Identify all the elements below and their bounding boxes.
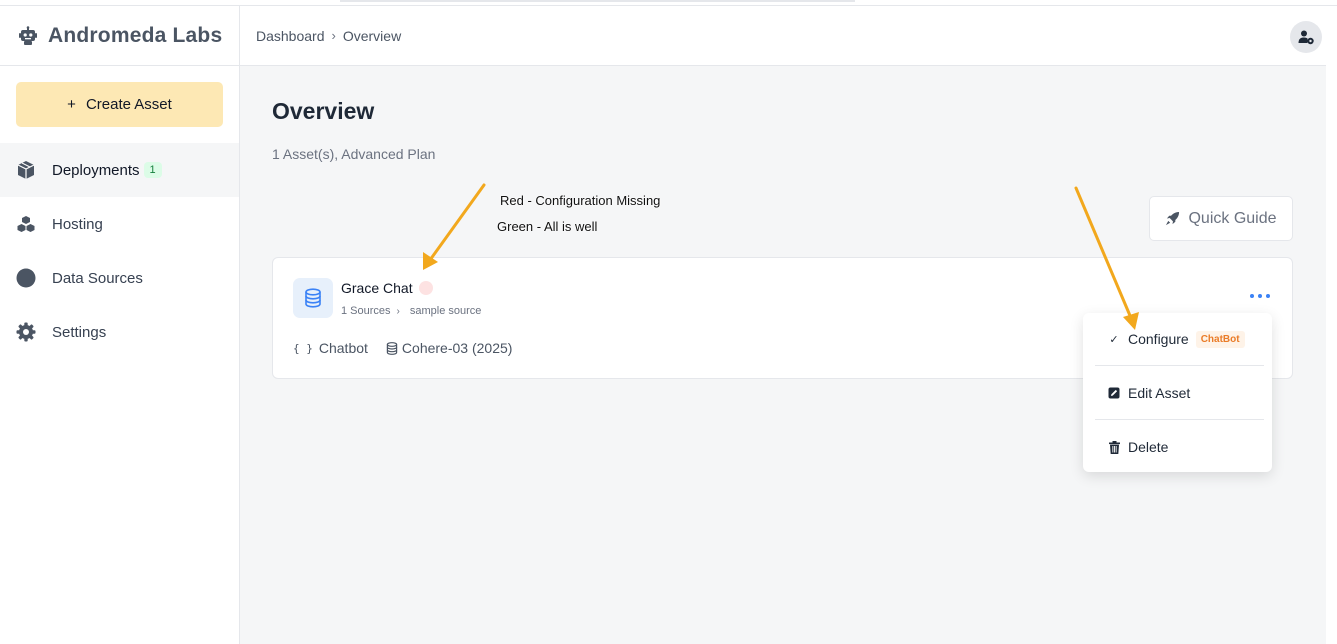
- create-asset-label: Create Asset: [85, 96, 172, 113]
- asset-sources: 1 Sources › sample source: [341, 305, 481, 317]
- deployments-count-badge: 1: [143, 162, 162, 178]
- sidebar-item-hosting[interactable]: Hosting: [0, 197, 239, 251]
- database-small-icon: [386, 341, 398, 355]
- annotation-green: Green - All is well: [497, 219, 598, 234]
- sidebar-item-settings[interactable]: Settings: [0, 305, 239, 359]
- cube-icon: [16, 160, 36, 180]
- database-icon: [293, 278, 333, 318]
- sidebar-item-data-sources[interactable]: Data Sources: [0, 251, 239, 305]
- menu-item-delete[interactable]: Delete: [1083, 427, 1272, 467]
- sidebar-item-label: Deployments: [52, 161, 140, 179]
- page-title: Overview: [272, 98, 375, 124]
- rocket-icon: [1166, 211, 1180, 226]
- quick-guide-label: Quick Guide: [1188, 209, 1277, 227]
- asset-type: Chatbot: [318, 340, 368, 356]
- configure-label: Configure: [1128, 331, 1189, 347]
- check-icon: ✓: [1109, 333, 1119, 346]
- gear-icon: [16, 322, 36, 342]
- asset-model: Cohere-03 (2025): [401, 340, 513, 356]
- top-header: Dashboard › Overview: [240, 6, 1326, 66]
- annotation-red: Red - Configuration Missing: [500, 193, 661, 208]
- user-avatar-button[interactable]: [1290, 21, 1322, 53]
- trash-icon: [1107, 440, 1121, 454]
- status-indicator: [419, 281, 433, 295]
- menu-item-edit-asset[interactable]: Edit Asset: [1083, 373, 1272, 413]
- sidebar: Andromeda Labs + Create Asset Deployment…: [0, 6, 240, 644]
- edit-icon: [1107, 387, 1121, 399]
- sidebar-item-label: Settings: [52, 323, 107, 341]
- breadcrumb-separator: ›: [331, 28, 336, 43]
- create-asset-button[interactable]: + Create Asset: [16, 82, 223, 127]
- scrollbar-track[interactable]: [1326, 6, 1337, 644]
- page-subtitle: 1 Asset(s), Advanced Plan: [272, 146, 436, 162]
- breadcrumb-dashboard[interactable]: Dashboard: [256, 28, 325, 44]
- quick-guide-button[interactable]: Quick Guide: [1149, 196, 1293, 241]
- dot: [1250, 294, 1254, 298]
- dot: [1258, 294, 1262, 298]
- main-content: Overview 1 Asset(s), Advanced Plan Red -…: [240, 66, 1326, 644]
- sidebar-item-label: Data Sources: [52, 269, 143, 287]
- sidebar-item-label: Hosting: [52, 215, 103, 233]
- sources-count: 1 Sources: [341, 305, 391, 317]
- chatbot-badge: ChatBot: [1195, 330, 1245, 348]
- user-gear-icon: [1298, 30, 1314, 45]
- sidebar-item-deployments[interactable]: Deployments 1: [0, 143, 239, 197]
- sidebar-nav: Deployments 1 Hosting Data Sources Setti…: [0, 143, 239, 359]
- edit-asset-label: Edit Asset: [1128, 385, 1191, 401]
- dot: [1266, 294, 1270, 298]
- asset-options-menu: ✓ Configure ChatBot Edit Asset Delete: [1083, 313, 1272, 472]
- breadcrumb-overview: Overview: [342, 27, 402, 44]
- circle-icon: [16, 268, 36, 288]
- source-name: sample source: [409, 305, 482, 317]
- code-braces-icon: { }: [293, 341, 313, 355]
- menu-divider: [1095, 365, 1264, 366]
- robot-icon: [19, 25, 37, 45]
- menu-item-configure[interactable]: ✓ Configure ChatBot: [1083, 319, 1272, 359]
- asset-meta: { } Chatbot Cohere-03 (2025): [293, 340, 512, 356]
- asset-name[interactable]: Grace Chat: [341, 280, 413, 296]
- plus-icon: +: [67, 96, 76, 113]
- cubes-icon: [16, 214, 36, 234]
- brand[interactable]: Andromeda Labs: [0, 6, 239, 66]
- brand-title: Andromeda Labs: [48, 23, 223, 47]
- chevron-right-icon: ›: [396, 305, 400, 317]
- more-options-button[interactable]: [1250, 290, 1270, 302]
- menu-divider: [1095, 419, 1264, 420]
- delete-label: Delete: [1128, 439, 1169, 455]
